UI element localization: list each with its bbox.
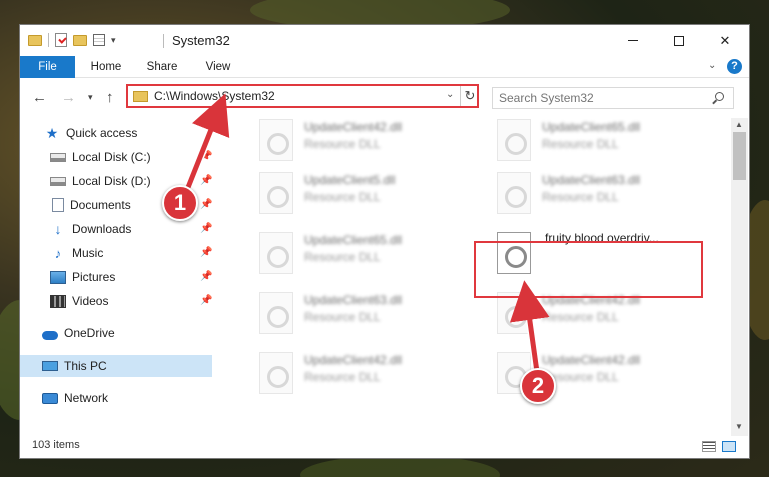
callout-step-2: 2 — [520, 368, 556, 404]
annotation-arrows — [181, 93, 550, 373]
callout-step-1: 1 — [162, 185, 198, 221]
arrow-to-address — [182, 93, 230, 196]
